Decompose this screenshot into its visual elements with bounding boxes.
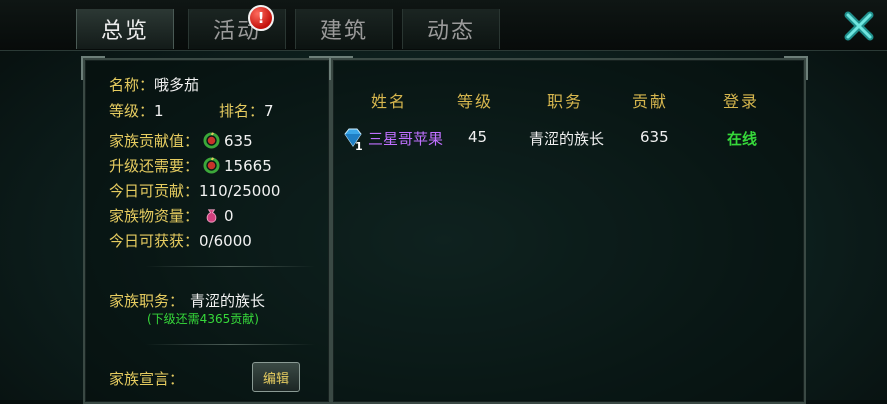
upgrade-label: 升级还需要： [109, 157, 200, 175]
position-hint: (下级还需4365贡献) [147, 312, 259, 326]
tab-news-label: 动态 [426, 19, 475, 44]
declaration-row: 家族宣言： [109, 368, 184, 389]
upgrade-value: 15665 [224, 156, 272, 175]
contribution-row: 家族贡献值： 635 [109, 130, 253, 151]
member-status: 在线 [727, 130, 758, 148]
contribution-label: 家族贡献值： [109, 132, 200, 150]
position-row: 家族职务： 青涩的族长 [109, 290, 265, 311]
member-contribution: 635 [640, 128, 669, 146]
laurel-coin-icon [203, 132, 220, 149]
today-gain-row: 今日可获获： 0/6000 [109, 230, 252, 251]
position-value: 青涩的族长 [190, 292, 266, 310]
today-gain-label: 今日可获获： [109, 232, 200, 250]
member-level: 45 [468, 128, 488, 146]
today-contribute-value: 110/25000 [199, 181, 281, 200]
frame-corner [784, 56, 808, 80]
materials-label: 家族物资量： [109, 207, 200, 225]
today-contribute-row: 今日可贡献： 110/25000 [109, 180, 280, 201]
section-divider [145, 344, 315, 345]
today-gain-value: 0/6000 [199, 231, 252, 250]
tab-overview-label: 总览 [100, 19, 149, 44]
header-name: 姓名 [371, 92, 408, 111]
member-name: 三星哥苹果 [368, 130, 444, 148]
vip-level: 1 [355, 140, 363, 153]
position-label: 家族职务： [109, 292, 185, 310]
section-divider [145, 266, 315, 267]
declaration-label: 家族宣言： [109, 370, 185, 388]
tab-news[interactable]: 动态 [402, 9, 500, 49]
header-login: 登录 [723, 92, 760, 111]
contribution-value: 635 [224, 131, 253, 150]
name-value: 哦多茄 [154, 76, 200, 94]
member-position: 青涩的族长 [529, 130, 605, 148]
family-info-panel: 名称： 哦多茄 等级： 1 排名： 7 家族贡献值： 635 升级还需要： 15… [81, 56, 333, 404]
rank-value: 7 [264, 101, 274, 120]
rank-label: 排名： [219, 102, 265, 120]
materials-value: 0 [224, 206, 234, 225]
name-label: 名称： [109, 76, 155, 94]
level-value: 1 [154, 101, 164, 120]
money-bag-icon [206, 209, 217, 223]
today-contribute-label: 今日可贡献： [109, 182, 200, 200]
tab-buildings-label: 建筑 [319, 19, 368, 44]
tab-overview[interactable]: 总览 [76, 9, 174, 49]
upgrade-row: 升级还需要： 15665 [109, 155, 272, 176]
frame-corner [81, 56, 105, 80]
laurel-coin-icon [203, 157, 220, 174]
header-position: 职务 [547, 92, 584, 111]
header-level: 等级 [457, 92, 494, 111]
family-name-row: 名称： 哦多茄 [109, 74, 199, 95]
close-icon[interactable] [842, 9, 876, 43]
level-label: 等级： [109, 102, 155, 120]
frame-corner [329, 56, 353, 80]
edit-button[interactable]: 编辑 [252, 362, 300, 392]
level-row: 等级： 1 [109, 100, 164, 121]
tab-bar: 总览 活动 ! 建筑 动态 [0, 0, 887, 51]
member-list-panel: 姓名 等级 职务 贡献 登录 1 三星哥苹果 45 青涩的族长 635 在线 [329, 56, 808, 404]
alert-badge: ! [248, 5, 274, 31]
rank-row: 排名： 7 [219, 100, 274, 121]
materials-row: 家族物资量： 0 [109, 205, 234, 226]
header-contribution: 贡献 [632, 92, 669, 111]
tab-buildings[interactable]: 建筑 [295, 9, 393, 49]
